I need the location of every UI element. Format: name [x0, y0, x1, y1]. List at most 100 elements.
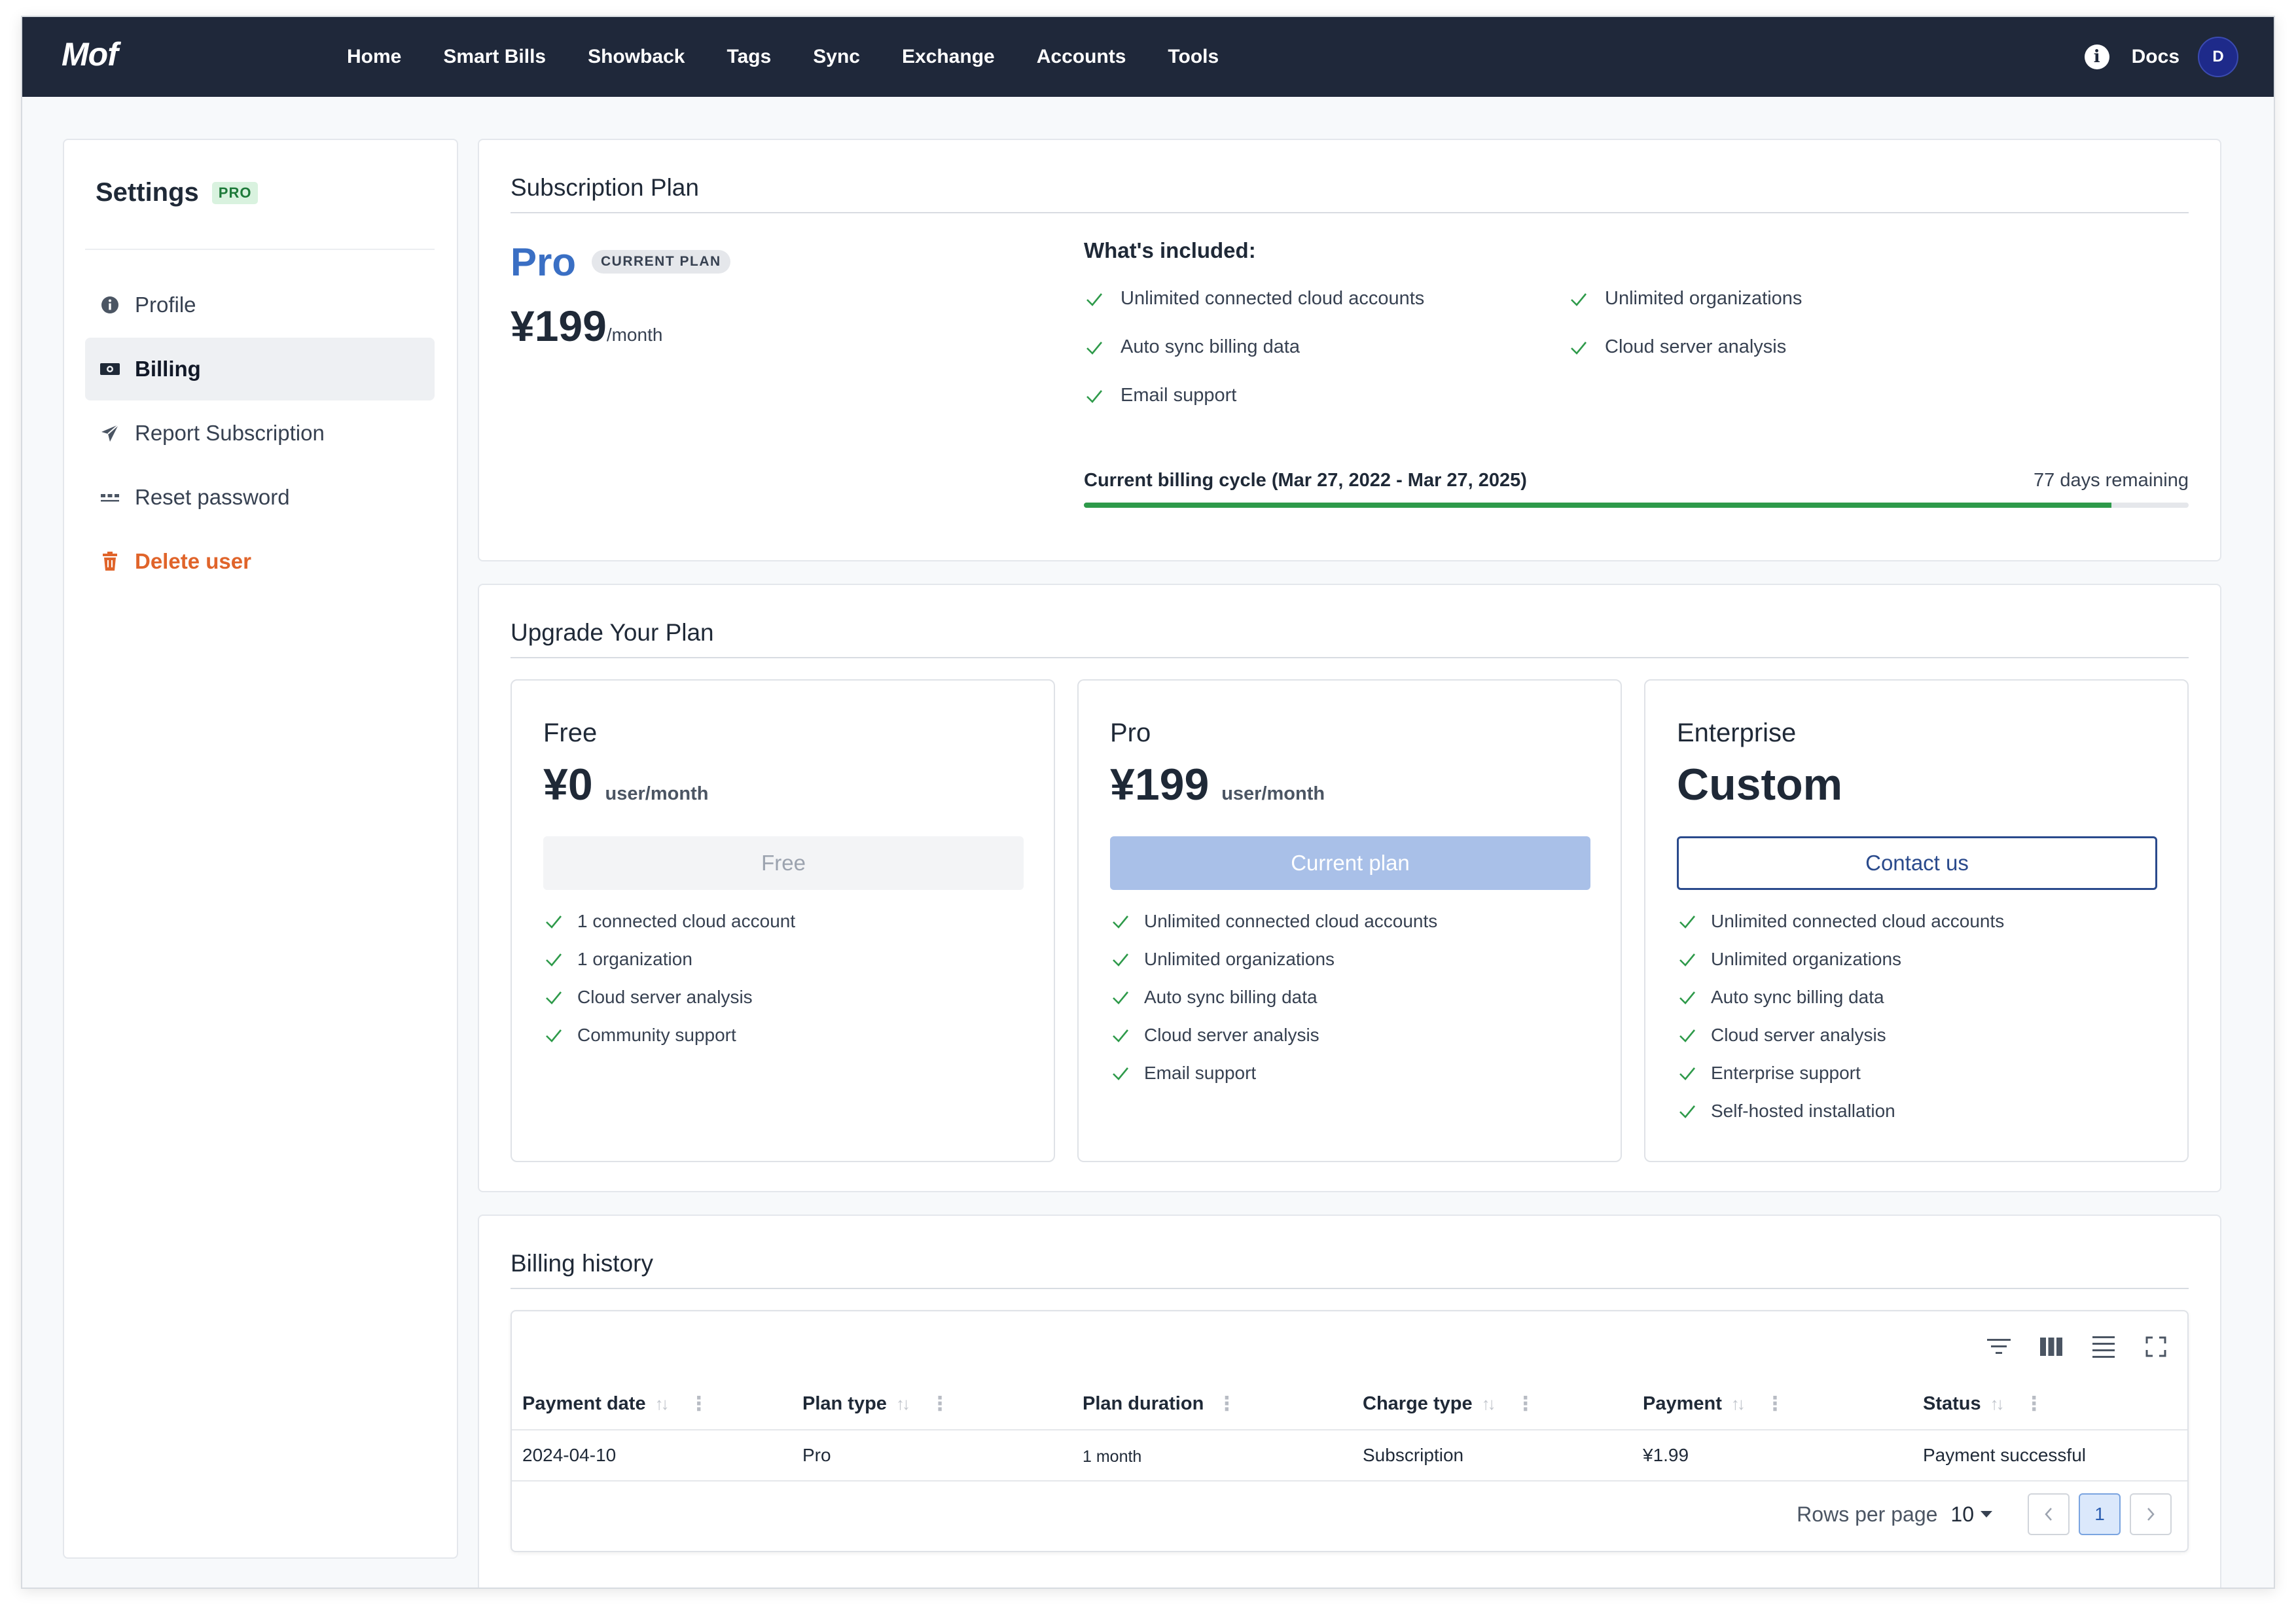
- sidebar-item-delete-user[interactable]: Delete user: [85, 530, 435, 593]
- caret-down-icon[interactable]: [1981, 1511, 1992, 1517]
- user-avatar[interactable]: D: [2198, 37, 2238, 77]
- nav-tools[interactable]: Tools: [1168, 46, 1219, 68]
- column-header-plan-duration[interactable]: Plan duration ⋮: [1083, 1393, 1236, 1415]
- contact-us-button[interactable]: Contact us: [1677, 836, 2157, 890]
- docs-link[interactable]: Docs: [2132, 46, 2179, 68]
- panel-divider: [511, 212, 2189, 213]
- column-menu-icon[interactable]: ⋮: [1516, 1393, 1535, 1415]
- price-period: user/month: [605, 783, 709, 804]
- sort-icon[interactable]: ↑↓: [655, 1394, 670, 1414]
- feature-label: Enterprise support: [1711, 1063, 1861, 1083]
- feature-item: Cloud server analysis: [1110, 1025, 1319, 1046]
- table-row-divider: [512, 1480, 2187, 1482]
- feature-item: Self-hosted installation: [1677, 1101, 1895, 1122]
- feature-label: Auto sync billing data: [1121, 336, 1300, 357]
- trash-icon: [99, 551, 120, 572]
- info-circle-icon: [99, 294, 120, 315]
- check-icon: [1086, 389, 1103, 403]
- column-label: Plan type: [802, 1393, 887, 1414]
- info-icon[interactable]: i: [2084, 44, 2109, 69]
- check-icon: [1679, 991, 1696, 1004]
- pagination: Rows per page 10 1: [1797, 1493, 2172, 1535]
- nav-tags[interactable]: Tags: [726, 46, 771, 68]
- price-period: /month: [606, 325, 663, 345]
- feature-label: Unlimited connected cloud accounts: [1711, 911, 2005, 931]
- column-header-payment[interactable]: Payment ↑↓ ⋮: [1643, 1393, 1785, 1415]
- nav-accounts[interactable]: Accounts: [1037, 46, 1126, 68]
- density-icon[interactable]: [2088, 1331, 2119, 1362]
- cell-payment: ¥1.99: [1643, 1445, 1689, 1465]
- nav-smart-bills[interactable]: Smart Bills: [443, 46, 546, 68]
- feature-label: 1 connected cloud account: [577, 911, 796, 931]
- feature-item: Unlimited connected cloud accounts: [1110, 911, 1437, 932]
- column-label: Status: [1923, 1393, 1981, 1414]
- current-plan-name: Pro: [511, 240, 577, 284]
- sidebar-item-label: Reset password: [135, 485, 290, 509]
- feature-item: Cloud server analysis: [543, 987, 753, 1008]
- feature-label: Auto sync billing data: [1144, 987, 1318, 1007]
- filter-icon[interactable]: [1983, 1331, 2015, 1362]
- sidebar-item-billing[interactable]: Billing: [85, 338, 435, 400]
- progress-fill: [1084, 503, 2111, 508]
- paper-plane-icon: [99, 423, 120, 444]
- included-title: What's included:: [1084, 238, 1256, 262]
- price-period: user/month: [1221, 783, 1325, 804]
- current-plan-badge: CURRENT PLAN: [592, 250, 730, 274]
- feature-item: Community support: [543, 1025, 736, 1046]
- feature-item: 1 organization: [543, 949, 692, 970]
- next-page-button[interactable]: [2130, 1493, 2172, 1535]
- column-menu-icon[interactable]: ⋮: [1765, 1393, 1785, 1415]
- sort-icon[interactable]: ↑↓: [1731, 1394, 1746, 1414]
- sort-icon[interactable]: ↑↓: [1990, 1394, 2005, 1414]
- chevron-right-icon: [2147, 1508, 2155, 1521]
- check-icon: [1113, 1029, 1129, 1042]
- app-logo[interactable]: Mof: [62, 35, 118, 73]
- sidebar-header: Settings PRO: [96, 178, 259, 207]
- column-header-charge-type[interactable]: Charge type ↑↓ ⋮: [1363, 1393, 1535, 1415]
- nav-showback[interactable]: Showback: [588, 46, 685, 68]
- price-amount: ¥0: [543, 760, 593, 809]
- column-header-plan-type[interactable]: Plan type ↑↓ ⋮: [802, 1393, 950, 1415]
- feature-item: Email support: [1084, 385, 1236, 406]
- feature-item: Auto sync billing data: [1677, 987, 1884, 1008]
- column-menu-icon[interactable]: ⋮: [2024, 1393, 2044, 1415]
- price-amount: ¥199: [1110, 760, 1210, 809]
- check-icon: [546, 953, 562, 967]
- column-menu-icon[interactable]: ⋮: [689, 1393, 709, 1415]
- panel-title: Subscription Plan: [511, 174, 699, 201]
- feature-label: Email support: [1121, 385, 1237, 406]
- rows-per-page-select[interactable]: 10: [1950, 1502, 1974, 1527]
- nav-exchange[interactable]: Exchange: [902, 46, 995, 68]
- billing-history-table: Payment date ↑↓ ⋮ Plan type ↑↓ ⋮ Plan durati…: [511, 1310, 2189, 1552]
- check-icon: [546, 915, 562, 929]
- feature-label: Unlimited organizations: [1711, 949, 1902, 969]
- plan-card-enterprise: Enterprise Custom Contact us Unlimited c…: [1644, 679, 2189, 1162]
- check-icon: [546, 1029, 562, 1042]
- sidebar-item-report-subscription[interactable]: Report Subscription: [85, 402, 435, 465]
- column-menu-icon[interactable]: ⋮: [1217, 1393, 1236, 1415]
- plan-price: ¥199 user/month: [1110, 759, 1325, 810]
- page-button-current[interactable]: 1: [2079, 1493, 2121, 1535]
- sidebar-item-reset-password[interactable]: Reset password: [85, 466, 435, 529]
- column-label: Plan duration: [1083, 1393, 1204, 1414]
- top-navbar: Mof Home Smart Bills Showback Tags Sync …: [22, 17, 2274, 97]
- prev-page-button[interactable]: [2028, 1493, 2070, 1535]
- current-plan-price: ¥199/month: [511, 301, 662, 351]
- feature-item: Unlimited organizations: [1110, 949, 1335, 970]
- sort-icon[interactable]: ↑↓: [896, 1394, 910, 1414]
- columns-icon[interactable]: [2036, 1331, 2067, 1362]
- fullscreen-icon[interactable]: [2140, 1331, 2172, 1362]
- current-plan-button[interactable]: Current plan: [1110, 836, 1590, 890]
- feature-item: Auto sync billing data: [1084, 336, 1300, 358]
- rows-per-page-label: Rows per page: [1797, 1502, 1938, 1526]
- nav-home[interactable]: Home: [347, 46, 401, 68]
- column-header-status[interactable]: Status ↑↓ ⋮: [1923, 1393, 2044, 1415]
- panel-divider: [511, 657, 2189, 658]
- sort-icon[interactable]: ↑↓: [1482, 1394, 1496, 1414]
- column-menu-icon[interactable]: ⋮: [930, 1393, 950, 1415]
- column-header-payment-date[interactable]: Payment date ↑↓ ⋮: [522, 1393, 709, 1415]
- free-plan-button[interactable]: Free: [543, 836, 1024, 890]
- nav-sync[interactable]: Sync: [813, 46, 860, 68]
- sidebar-item-profile[interactable]: Profile: [85, 274, 435, 336]
- check-icon: [1679, 1105, 1696, 1118]
